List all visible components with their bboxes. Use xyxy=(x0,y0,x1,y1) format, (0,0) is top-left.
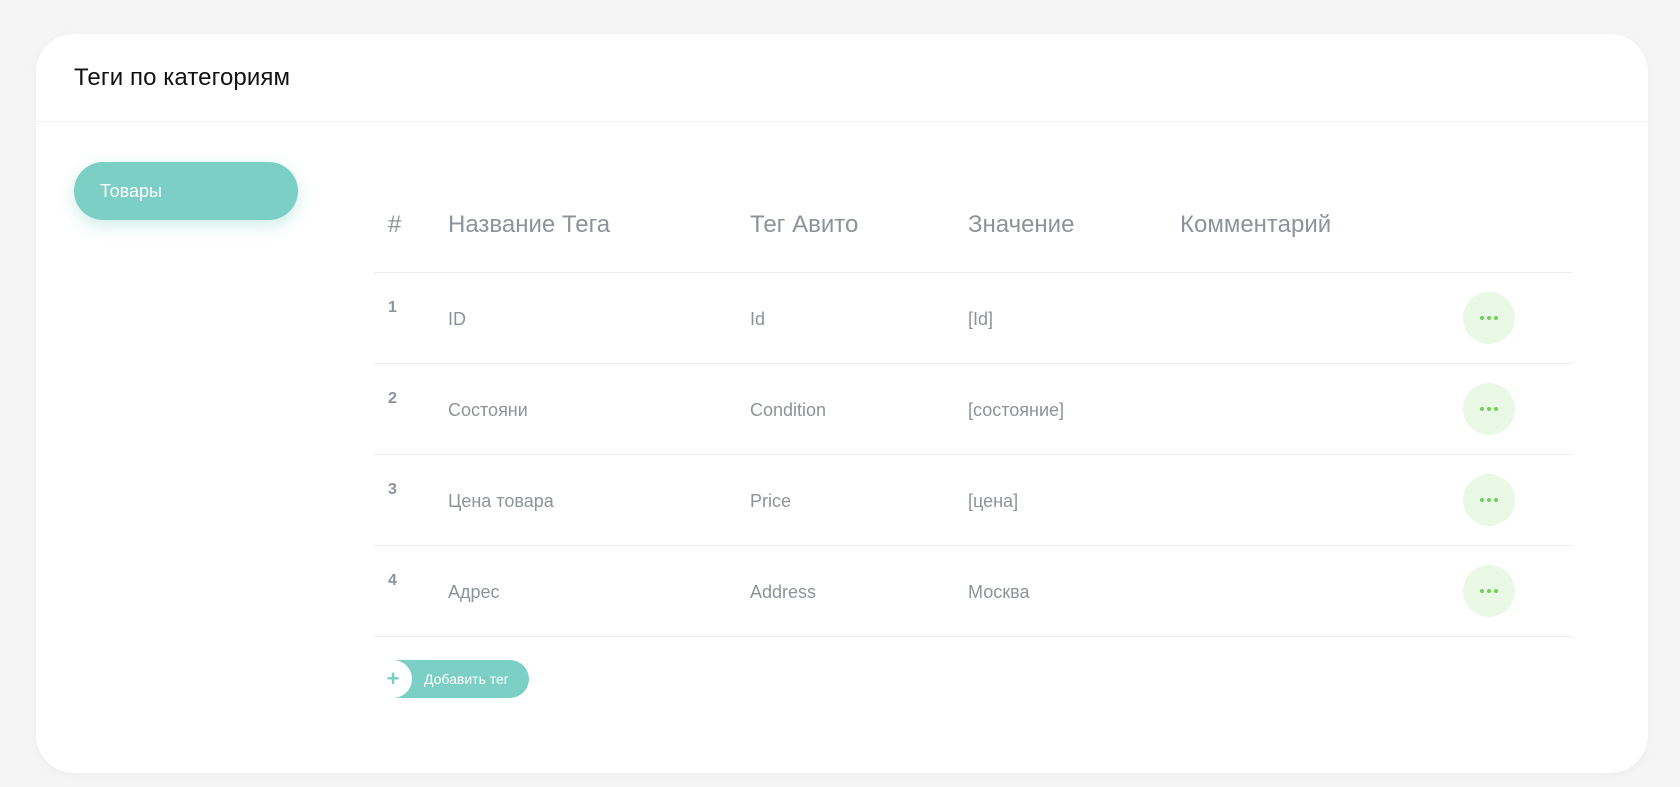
more-dot xyxy=(1494,407,1498,411)
avito-tag-cell: Address xyxy=(750,582,817,602)
col-header-value: Значение xyxy=(968,211,1075,238)
more-dot xyxy=(1487,589,1491,593)
value-cell: Москва xyxy=(968,582,1030,602)
avito-tag-cell: Condition xyxy=(750,400,827,420)
add-tag-button[interactable]: Добавить тег xyxy=(394,660,529,698)
tag-name-cell: Состояни xyxy=(448,400,528,420)
page-title: Теги по категориям xyxy=(74,63,291,91)
category-tab-label: Товары xyxy=(100,180,162,201)
row-menu-button[interactable] xyxy=(1463,474,1515,526)
table-row: 4 Адрес Address Москва xyxy=(374,546,1572,637)
more-dot xyxy=(1494,589,1498,593)
more-horizontal-icon xyxy=(1480,407,1484,411)
row-menu-button[interactable] xyxy=(1463,383,1515,435)
more-horizontal-icon xyxy=(1480,589,1484,593)
more-horizontal-icon xyxy=(1480,498,1484,502)
table-row: 1 ID Id [Id] xyxy=(374,273,1572,364)
more-dot xyxy=(1487,407,1491,411)
col-header-avito-tag: Тег Авито xyxy=(750,211,859,238)
category-tab-products[interactable]: Товары xyxy=(74,162,298,220)
more-dot xyxy=(1494,498,1498,502)
table-header: # Название Тега Тег Авито Значение Комме… xyxy=(374,210,1572,273)
tag-name-cell: ID xyxy=(448,309,466,329)
table-row: 3 Цена товара Price [цена] xyxy=(374,455,1572,546)
table-row: 2 Состояни Condition [состояние] xyxy=(374,364,1572,455)
row-number: 2 xyxy=(388,390,397,407)
tag-name-cell: Цена товара xyxy=(448,491,554,511)
add-tag-label: Добавить тег xyxy=(424,671,509,687)
more-dot xyxy=(1487,498,1491,502)
value-cell: [состояние] xyxy=(968,400,1065,420)
row-menu-button[interactable] xyxy=(1463,292,1515,344)
tag-name-cell: Адрес xyxy=(448,582,500,602)
value-cell: [цена] xyxy=(968,491,1019,511)
add-tag-control: + Добавить тег xyxy=(374,660,529,698)
col-header-comment: Комментарий xyxy=(1180,211,1332,238)
tags-card: Теги по категориям Товары # Название Тег… xyxy=(36,34,1648,773)
col-header-number: # xyxy=(388,211,402,238)
col-header-tag-name: Название Тега xyxy=(448,211,611,238)
card-header: Теги по категориям xyxy=(36,34,1648,122)
more-dot xyxy=(1487,316,1491,320)
plus-icon[interactable]: + xyxy=(374,660,412,698)
row-menu-button[interactable] xyxy=(1463,565,1515,617)
more-horizontal-icon xyxy=(1480,316,1484,320)
more-dot xyxy=(1494,316,1498,320)
avito-tag-cell: Id xyxy=(750,309,766,329)
row-number: 3 xyxy=(388,481,397,498)
value-cell: [Id] xyxy=(968,309,994,329)
tags-table: # Название Тега Тег Авито Значение Комме… xyxy=(374,210,1572,637)
row-number: 1 xyxy=(388,299,397,316)
row-number: 4 xyxy=(388,572,397,589)
avito-tag-cell: Price xyxy=(750,491,792,511)
